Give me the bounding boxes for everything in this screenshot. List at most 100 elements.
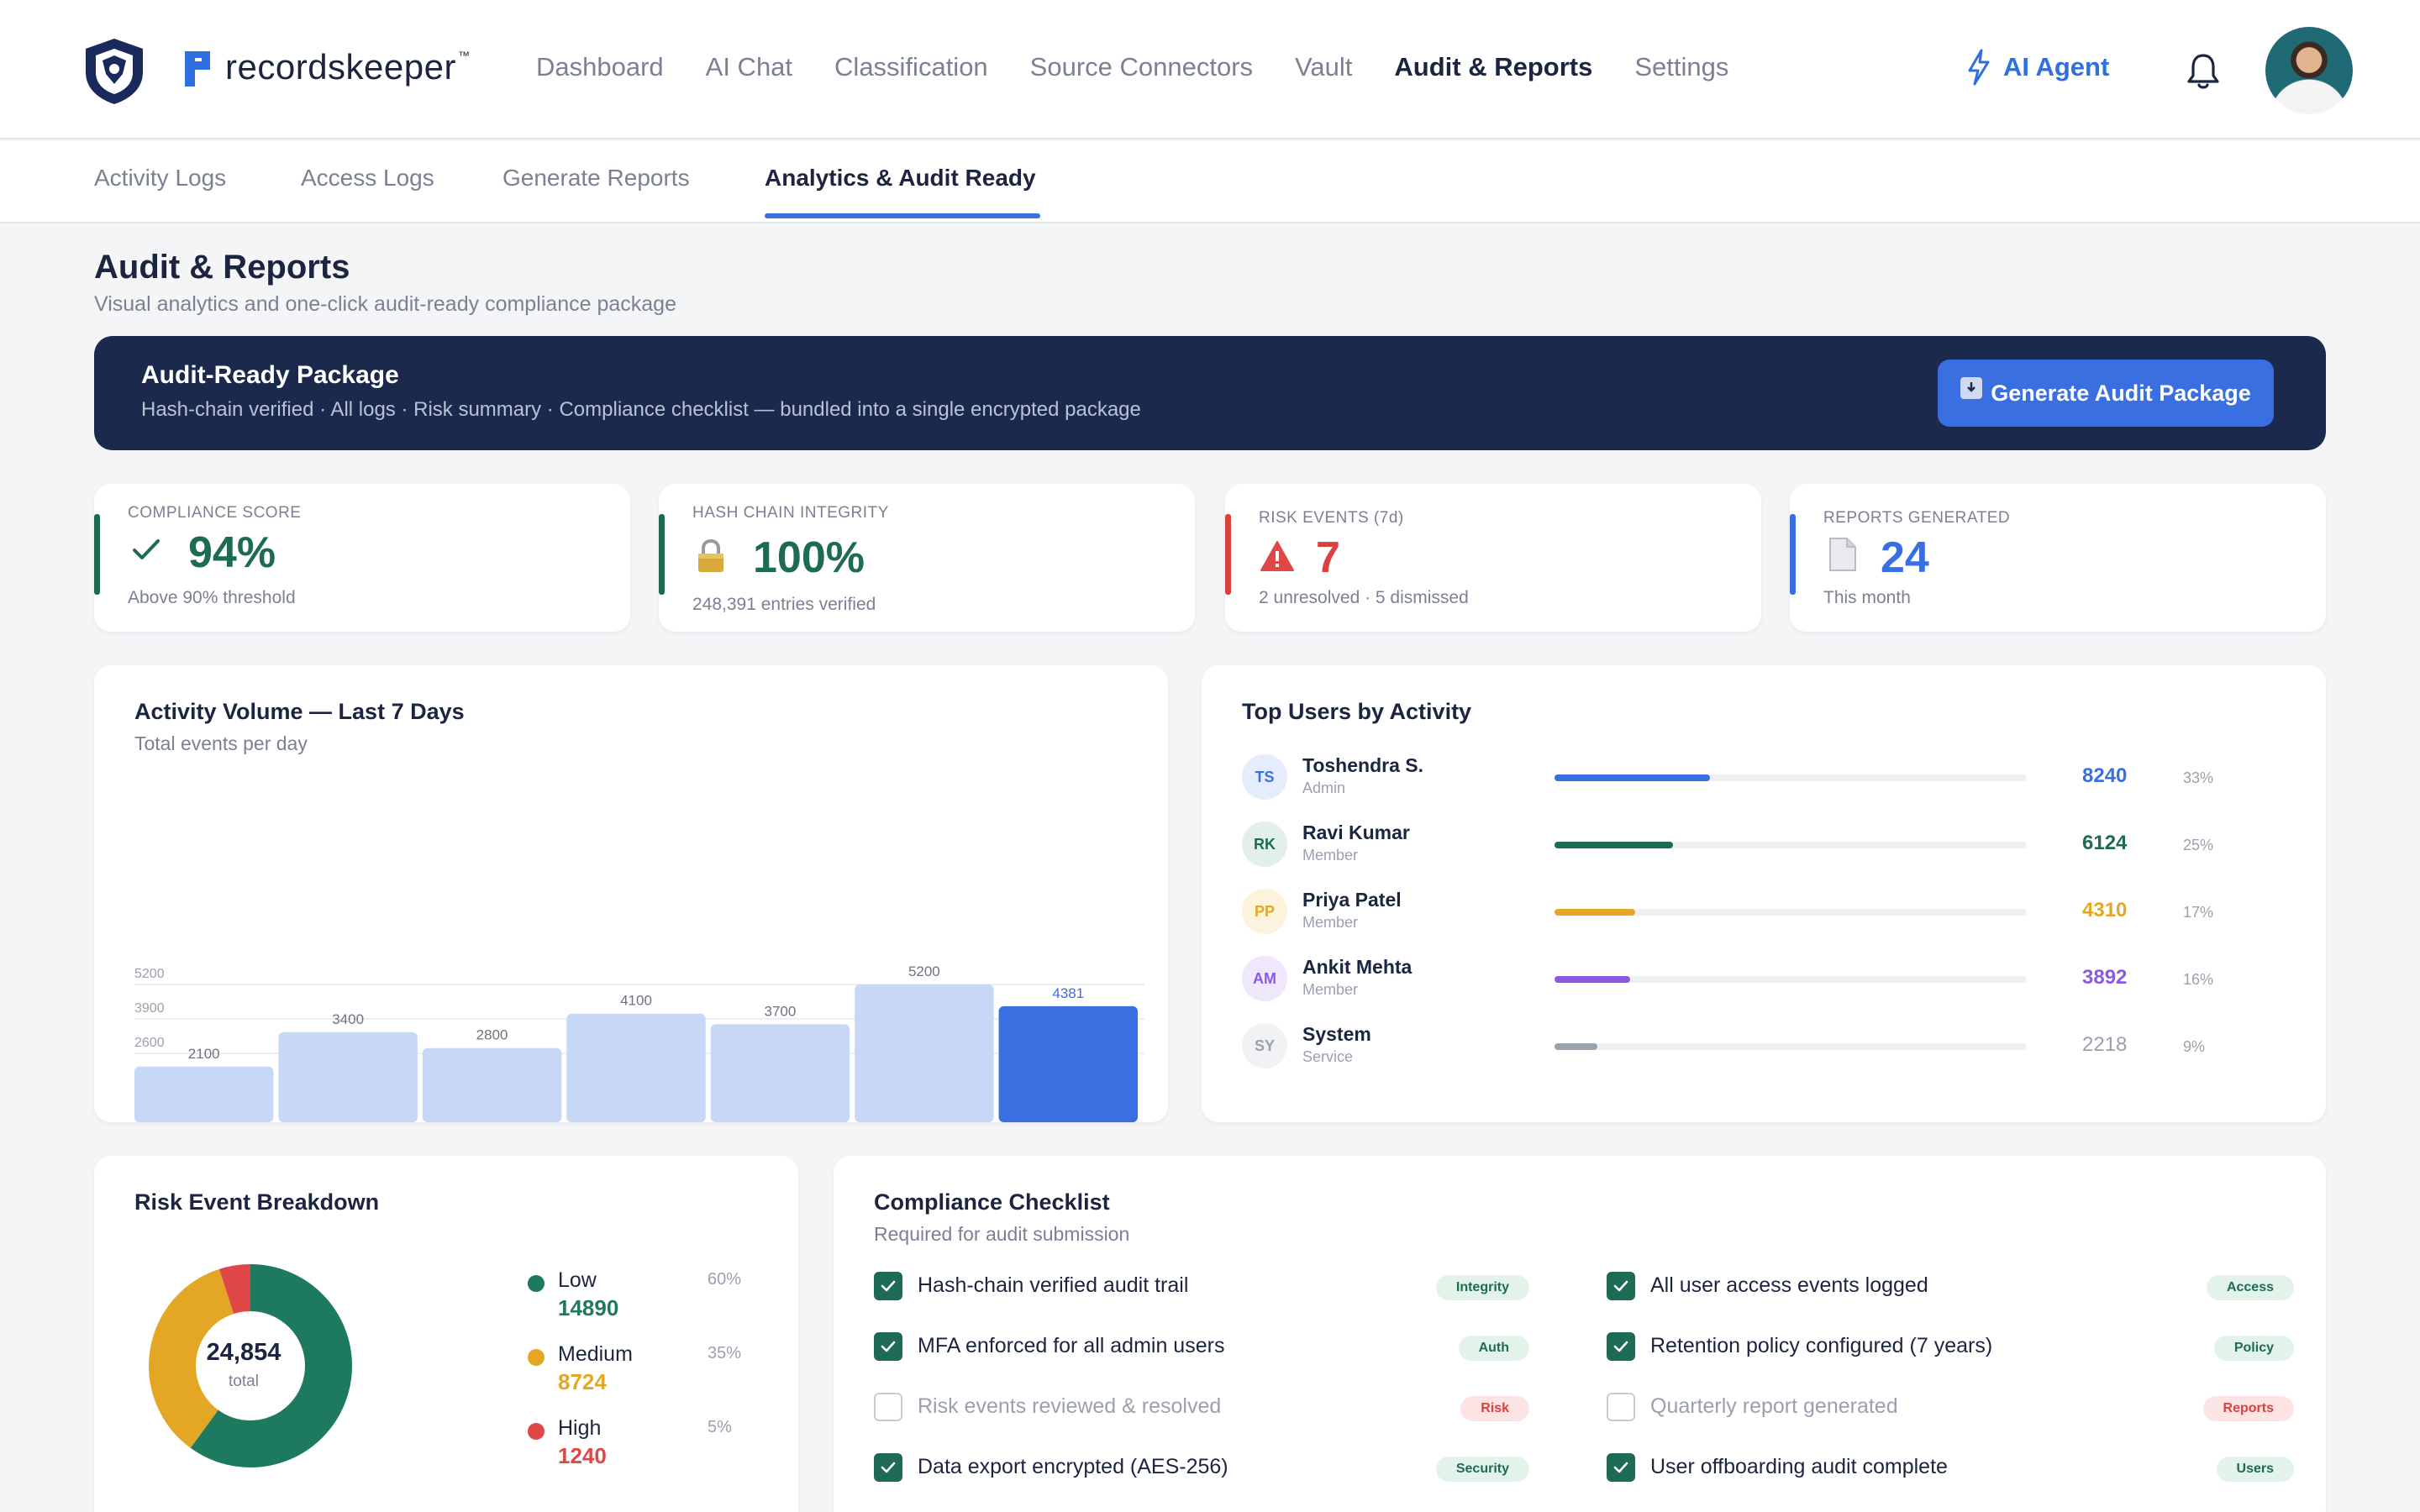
nav-classification[interactable]: Classification — [834, 52, 988, 82]
tab-generate-reports[interactable]: Generate Reports — [502, 165, 690, 192]
activity-volume-panel: Activity Volume — Last 7 Days Total even… — [94, 665, 1168, 1122]
user-row[interactable]: TS Toshendra S. Admin 8240 33% — [1242, 751, 2284, 801]
checked-checkbox-icon[interactable] — [874, 1332, 902, 1361]
checklist-item-label: All user access events logged — [1650, 1273, 1928, 1297]
stat-label: RISK EVENTS (7d) — [1259, 509, 1404, 527]
legend-dot — [528, 1349, 544, 1366]
user-row[interactable]: RK Ravi Kumar Member 6124 25% — [1242, 818, 2284, 869]
checklist-item[interactable]: Hash-chain verified audit trail Integrity — [874, 1270, 1529, 1304]
user-activity-track — [1555, 842, 2027, 848]
checklist-item[interactable]: Data export encrypted (AES-256) Security — [874, 1452, 1529, 1485]
warning-icon — [1259, 538, 1296, 575]
bar — [278, 1032, 418, 1122]
user-activity-count: 6124 — [2082, 832, 2128, 854]
bar — [422, 1047, 562, 1122]
shield-logo-icon[interactable] — [82, 37, 146, 106]
brand-logo[interactable]: recordskeeper ™ — [185, 47, 470, 87]
main-nav: Dashboard AI Chat Classification Source … — [536, 52, 1770, 82]
bar — [855, 984, 994, 1122]
tab-access-logs[interactable]: Access Logs — [301, 165, 434, 192]
checklist-item[interactable]: Retention policy configured (7 years) Pol… — [1607, 1331, 2294, 1364]
nav-ai-chat[interactable]: AI Chat — [706, 52, 792, 82]
generate-audit-package-label: Generate Audit Package — [1991, 380, 2251, 406]
user-role: Service — [1302, 1048, 1354, 1065]
document-icon — [1823, 536, 1860, 573]
user-activity-count: 2218 — [2082, 1033, 2128, 1056]
user-role: Member — [1302, 914, 1359, 931]
checklist-item[interactable]: MFA enforced for all admin users Auth — [874, 1331, 1529, 1364]
stat-accent-bar — [659, 514, 665, 595]
checklist-title: Compliance Checklist — [874, 1189, 1110, 1215]
page-title: Audit & Reports — [94, 249, 350, 286]
checklist-item[interactable]: User offboarding audit complete Users — [1607, 1452, 2294, 1485]
bar-value-label: 4100 — [620, 993, 652, 1009]
nav-source-connectors[interactable]: Source Connectors — [1030, 52, 1253, 82]
audit-package-banner: Audit-Ready Package Hash-chain verified … — [94, 336, 2326, 450]
generate-audit-package-button[interactable]: Generate Audit Package — [1938, 360, 2274, 427]
y-tick-label: 2600 — [134, 1036, 165, 1050]
user-activity-percent: 25% — [2183, 837, 2214, 853]
checked-checkbox-icon[interactable] — [1607, 1332, 1635, 1361]
nav-settings[interactable]: Settings — [1634, 52, 1728, 82]
checklist-item-label: Data export encrypted (AES-256) — [918, 1455, 1228, 1478]
bar — [710, 1024, 850, 1122]
tab-activity-logs[interactable]: Activity Logs — [94, 165, 226, 192]
stat-footnote: Above 90% threshold — [128, 588, 296, 607]
compliance-checklist-panel: Compliance Checklist Required for audit … — [834, 1156, 2326, 1512]
user-activity-count: 4310 — [2082, 899, 2128, 921]
stat-value: 7 — [1316, 533, 1340, 582]
user-activity-track — [1555, 909, 2027, 916]
nav-vault[interactable]: Vault — [1295, 52, 1352, 82]
user-name: System — [1302, 1023, 1371, 1045]
top-users-title: Top Users by Activity — [1242, 699, 1472, 724]
user-row[interactable]: AM Ankit Mehta Member 3892 16% — [1242, 953, 2284, 1003]
stat-card-hash-chain-integrity: HASH CHAIN INTEGRITY 100% 248,391 entrie… — [659, 484, 1195, 632]
checked-checkbox-icon[interactable] — [874, 1272, 902, 1300]
checklist-item[interactable]: All user access events logged Access — [1607, 1270, 2294, 1304]
unchecked-checkbox-icon[interactable] — [1607, 1393, 1635, 1421]
checked-checkbox-icon[interactable] — [1607, 1453, 1635, 1482]
user-row[interactable]: PP Priya Patel Member 4310 17% — [1242, 885, 2284, 936]
nav-dashboard[interactable]: Dashboard — [536, 52, 664, 82]
tab-analytics-audit-ready[interactable]: Analytics & Audit Ready — [765, 165, 1036, 192]
checklist-item[interactable]: Risk events reviewed & resolved Risk — [874, 1391, 1529, 1425]
stat-accent-bar — [1225, 514, 1231, 595]
legend-name: High — [558, 1416, 602, 1440]
activity-bar-chart: 2600 3900 5200 2100 3400 2800 4100 3700 5200 4381 — [134, 963, 1144, 1122]
stat-value: 100% — [753, 533, 865, 582]
user-name: Ravi Kumar — [1302, 822, 1410, 843]
bar — [566, 1013, 706, 1122]
bar-value-label: 4381 — [1052, 985, 1084, 1001]
legend-value: 1240 — [558, 1443, 607, 1468]
unchecked-checkbox-icon[interactable] — [874, 1393, 902, 1421]
user-row[interactable]: SY System Service 2218 9% — [1242, 1020, 2284, 1070]
user-name: Ankit Mehta — [1302, 956, 1413, 978]
check-icon — [128, 531, 165, 568]
checked-checkbox-icon[interactable] — [1607, 1272, 1635, 1300]
recordskeeper-mark-icon — [185, 48, 217, 87]
user-initials-avatar: RK — [1242, 822, 1287, 867]
stat-label: HASH CHAIN INTEGRITY — [692, 504, 889, 522]
user-name: Toshendra S. — [1302, 754, 1423, 776]
ai-agent-button[interactable]: AI Agent — [1966, 49, 2109, 86]
checked-checkbox-icon[interactable] — [874, 1453, 902, 1482]
user-role: Member — [1302, 981, 1359, 998]
bell-icon[interactable] — [2185, 50, 2222, 91]
checklist-item[interactable]: Quarterly report generated Reports — [1607, 1391, 2294, 1425]
bar-value-label: 2100 — [188, 1046, 220, 1062]
risk-total-value: 24,854 — [206, 1339, 281, 1366]
user-avatar[interactable] — [2265, 27, 2353, 114]
nav-audit-reports[interactable]: Audit & Reports — [1394, 52, 1592, 82]
user-activity-bar — [1555, 1043, 1597, 1050]
download-icon — [1960, 377, 1983, 399]
bar — [998, 1005, 1138, 1122]
stat-card-compliance-score: COMPLIANCE SCORE 94% Above 90% threshold — [94, 484, 630, 632]
brand-name: recordskeeper — [225, 47, 456, 87]
stat-label: COMPLIANCE SCORE — [128, 504, 302, 522]
bar-value-label: 5200 — [908, 963, 940, 979]
user-activity-percent: 17% — [2183, 904, 2214, 921]
user-activity-track — [1555, 774, 2027, 781]
stat-value: 94% — [188, 528, 276, 577]
checklist-tag: Security — [1435, 1457, 1529, 1482]
user-activity-percent: 16% — [2183, 971, 2214, 988]
